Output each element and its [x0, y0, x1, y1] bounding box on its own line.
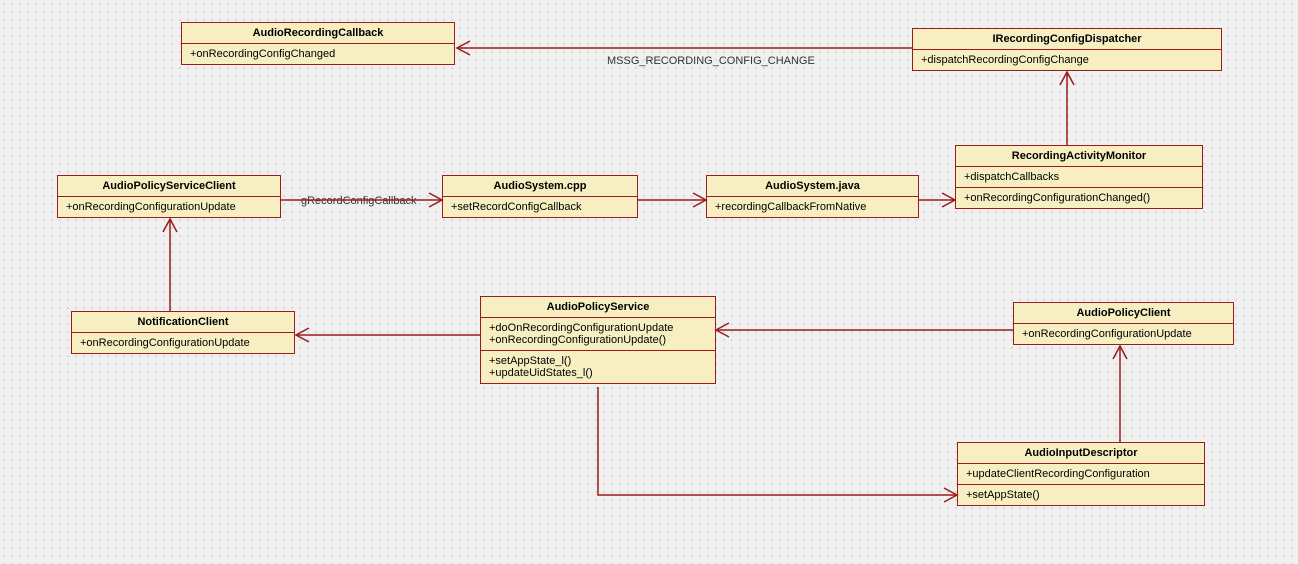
- class-title: IRecordingConfigDispatcher: [913, 29, 1221, 50]
- class-member: +dispatchCallbacks: [956, 167, 1202, 187]
- class-title: RecordingActivityMonitor: [956, 146, 1202, 167]
- class-title: AudioSystem.cpp: [443, 176, 637, 197]
- class-member: +updateUidStates_l(): [489, 367, 707, 379]
- class-audio-policy-client: AudioPolicyClient +onRecordingConfigurat…: [1013, 302, 1234, 345]
- class-member: +setAppState(): [958, 484, 1204, 505]
- class-member: +recordingCallbackFromNative: [707, 197, 918, 217]
- class-member: +setRecordConfigCallback: [443, 197, 637, 217]
- class-section: +doOnRecordingConfigurationUpdate +onRec…: [481, 318, 715, 350]
- class-section: +setAppState_l() +updateUidStates_l(): [481, 350, 715, 383]
- class-member: +doOnRecordingConfigurationUpdate: [489, 322, 707, 334]
- class-audio-policy-service-client: AudioPolicyServiceClient +onRecordingCon…: [57, 175, 281, 218]
- class-title: AudioSystem.java: [707, 176, 918, 197]
- class-title: NotificationClient: [72, 312, 294, 333]
- class-title: AudioInputDescriptor: [958, 443, 1204, 464]
- edge-label: MSSG_RECORDING_CONFIG_CHANGE: [607, 55, 815, 67]
- class-member: +onRecordingConfigurationChanged(): [956, 187, 1202, 208]
- class-audio-policy-service: AudioPolicyService +doOnRecordingConfigu…: [480, 296, 716, 384]
- class-notification-client: NotificationClient +onRecordingConfigura…: [71, 311, 295, 354]
- class-member: +onRecordingConfigurationUpdate(): [489, 334, 707, 346]
- edge-label: gRecordConfigCallback: [301, 195, 417, 207]
- class-title: AudioPolicyClient: [1014, 303, 1233, 324]
- class-member: +onRecordingConfigChanged: [182, 44, 454, 64]
- class-recording-activity-monitor: RecordingActivityMonitor +dispatchCallba…: [955, 145, 1203, 209]
- class-title: AudioPolicyService: [481, 297, 715, 318]
- class-member: +dispatchRecordingConfigChange: [913, 50, 1221, 70]
- class-member: +onRecordingConfigurationUpdate: [72, 333, 294, 353]
- class-irecording-config-dispatcher: IRecordingConfigDispatcher +dispatchReco…: [912, 28, 1222, 71]
- class-audio-system-cpp: AudioSystem.cpp +setRecordConfigCallback: [442, 175, 638, 218]
- class-audio-recording-callback: AudioRecordingCallback +onRecordingConfi…: [181, 22, 455, 65]
- class-audio-input-descriptor: AudioInputDescriptor +updateClientRecord…: [957, 442, 1205, 506]
- class-audio-system-java: AudioSystem.java +recordingCallbackFromN…: [706, 175, 919, 218]
- class-member: +setAppState_l(): [489, 355, 707, 367]
- class-member: +onRecordingConfigurationUpdate: [58, 197, 280, 217]
- class-title: AudioRecordingCallback: [182, 23, 454, 44]
- class-title: AudioPolicyServiceClient: [58, 176, 280, 197]
- class-member: +onRecordingConfigurationUpdate: [1014, 324, 1233, 344]
- class-member: +updateClientRecordingConfiguration: [958, 464, 1204, 484]
